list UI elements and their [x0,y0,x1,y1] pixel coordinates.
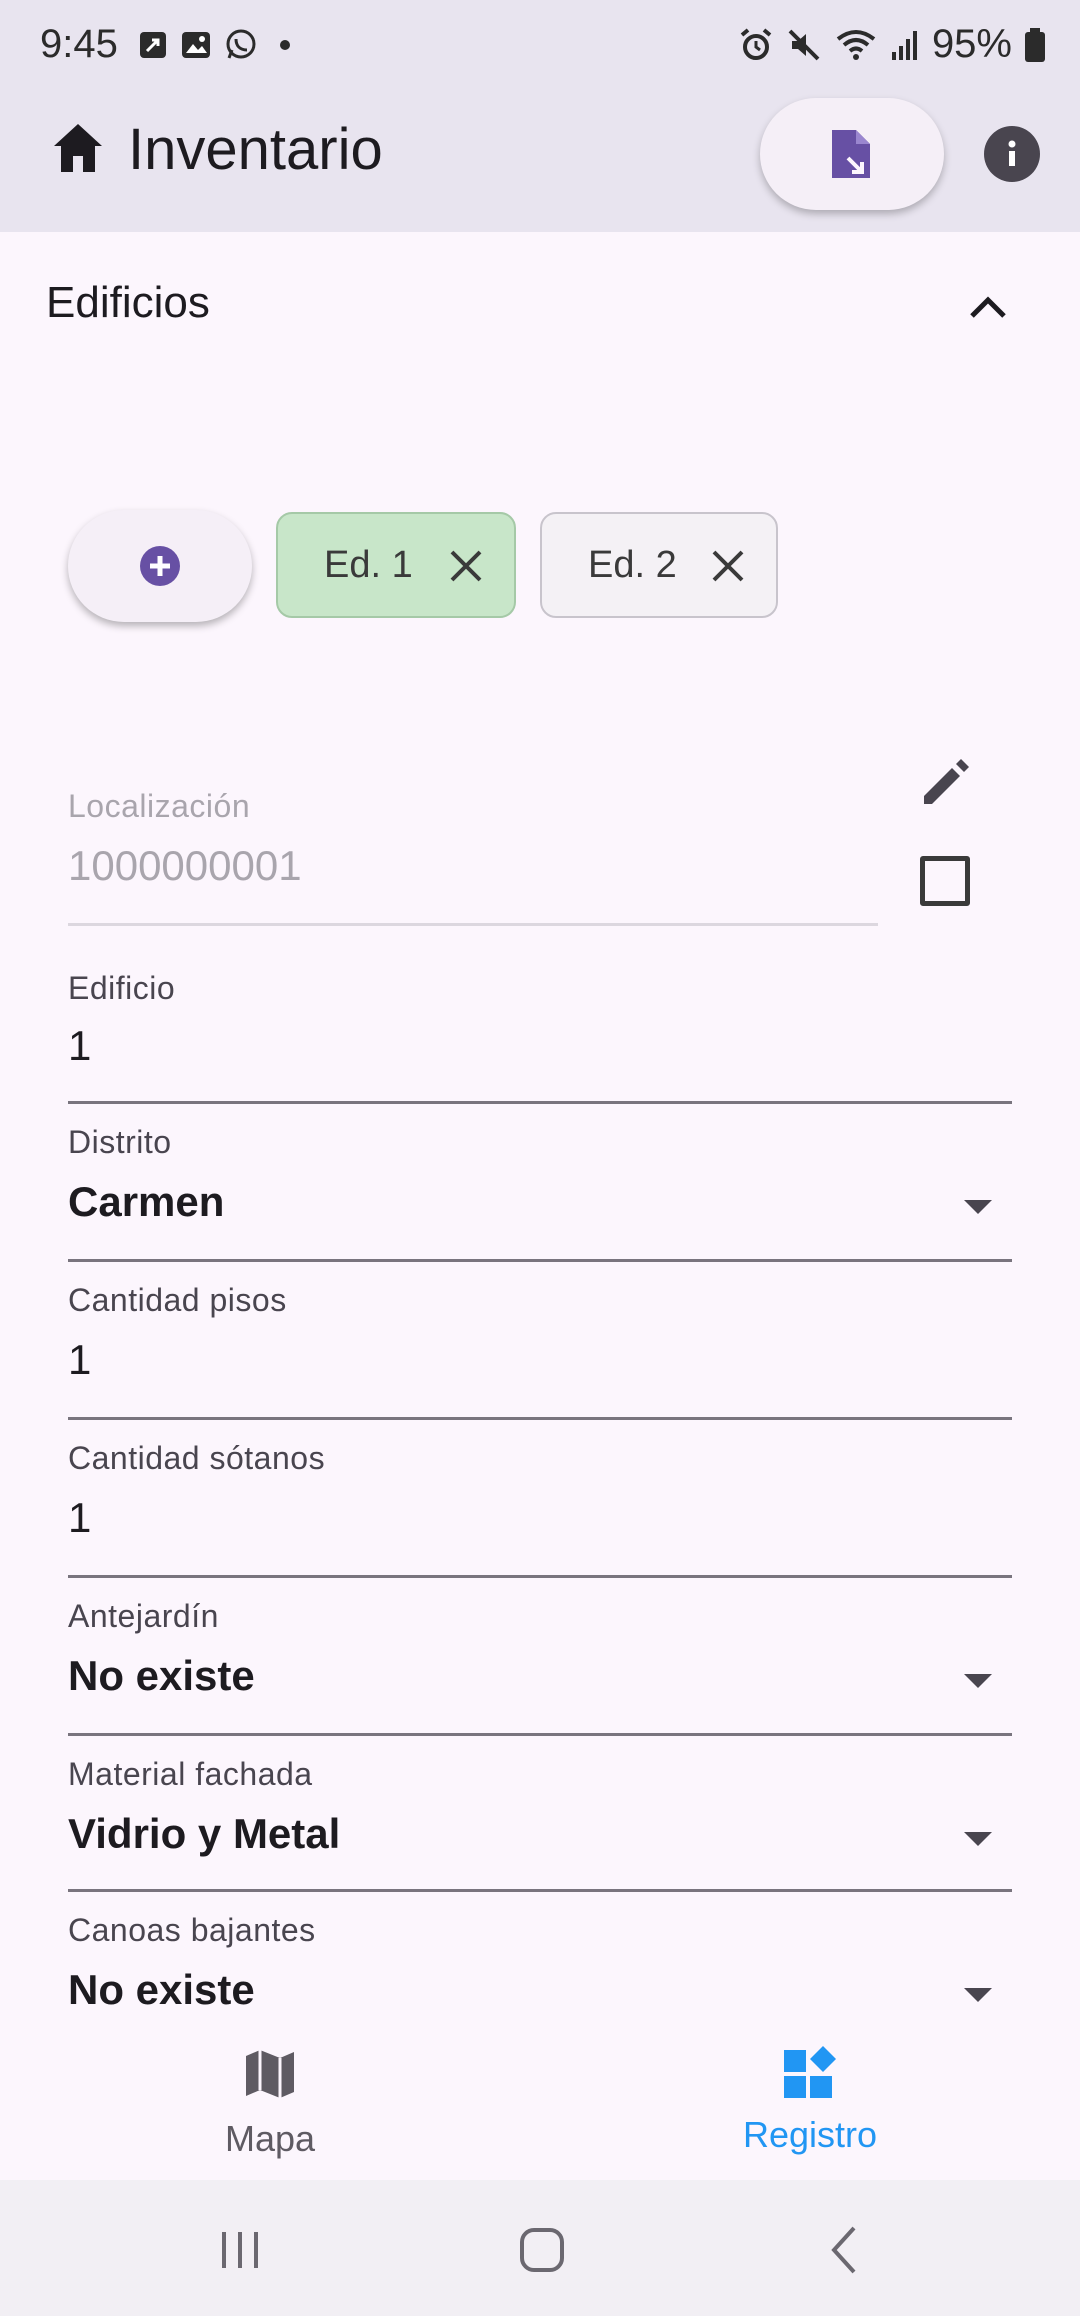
signal-icon [891,30,917,60]
status-bar: 9:45 95% [0,0,1080,92]
cantidad-pisos-field[interactable]: Cantidad pisos 1 [68,1262,1012,1420]
cantidad-sotanos-input[interactable]: 1 [68,1494,91,1542]
notification-icons [138,28,300,62]
distrito-select[interactable]: Carmen [68,1178,224,1226]
close-icon[interactable] [448,548,484,584]
section-title[interactable]: Edificios [46,278,210,328]
localizacion-value: 1000000001 [68,842,302,889]
close-icon[interactable] [710,548,746,584]
add-building-button[interactable] [68,510,252,622]
dot-icon [280,40,290,50]
antejardin-field[interactable]: Antejardín No existe [68,1578,1012,1736]
distrito-label: Distrito [68,1124,172,1160]
localizacion-label: Localización [68,788,251,824]
dropdown-arrow-icon[interactable] [964,1674,992,1688]
localizacion-checkbox[interactable] [920,856,970,906]
dropdown-arrow-icon[interactable] [964,1988,992,2002]
edit-icon[interactable] [916,752,976,812]
nav-label: Mapa [224,2118,316,2159]
battery-percentage: 95% [931,22,1012,66]
cantidad-pisos-input[interactable]: 1 [68,1336,91,1384]
add-circle-icon [140,546,180,586]
dropdown-arrow-icon[interactable] [964,1200,992,1214]
chevron-up-icon[interactable] [960,280,1016,336]
antejardin-select[interactable]: No existe [68,1652,255,1700]
home-icon[interactable] [50,120,106,176]
page-title: Inventario [128,117,383,182]
material-fachada-select[interactable]: Vidrio y Metal [68,1810,340,1858]
home-button-icon[interactable] [512,2220,572,2280]
localizacion-field: Localización 1000000001 [68,780,878,926]
status-time: 9:45 [40,22,118,66]
nav-label: Registro [742,2114,878,2155]
system-navigation-bar [0,2180,1080,2316]
system-status-icons: 95% [738,22,1046,67]
file-export-icon [832,130,870,178]
phone-missed-icon [140,32,166,58]
distrito-field[interactable]: Distrito Carmen [68,1104,1012,1262]
recent-apps-icon[interactable] [210,2220,270,2280]
battery-icon [1025,27,1045,62]
canoas-bajantes-label: Canoas bajantes [68,1912,316,1948]
antejardin-label: Antejardín [68,1598,219,1634]
alarm-icon [740,27,772,60]
chip-label: Ed. 1 [324,543,413,586]
cantidad-sotanos-label: Cantidad sótanos [68,1440,326,1476]
app-bar: Inventario [0,92,1080,232]
map-icon [246,2050,294,2098]
material-fachada-label: Material fachada [68,1756,313,1792]
building-chip-2[interactable]: Ed. 2 [540,512,778,618]
material-fachada-field[interactable]: Material fachada Vidrio y Metal [68,1736,1012,1892]
edificio-label: Edificio [68,970,176,1006]
cantidad-pisos-label: Cantidad pisos [68,1282,287,1318]
canoas-bajantes-select[interactable]: No existe [68,1966,255,2014]
info-icon [1008,140,1016,166]
chip-label: Ed. 2 [588,543,677,586]
dashboard-icon [784,2046,836,2098]
dropdown-arrow-icon[interactable] [964,1832,992,1846]
mute-icon [788,29,820,60]
export-file-button[interactable] [760,98,944,210]
back-icon[interactable] [816,2220,876,2280]
wifi-icon [836,29,876,60]
nav-item-mapa[interactable]: Mapa [0,2016,540,2180]
edificio-input[interactable]: 1 [68,1022,91,1070]
building-chip-1[interactable]: Ed. 1 [276,512,516,618]
image-icon [182,32,210,58]
cantidad-sotanos-field[interactable]: Cantidad sótanos 1 [68,1420,1012,1578]
info-button[interactable] [984,126,1040,182]
nav-item-registro[interactable]: Registro [540,2016,1080,2180]
edificio-field[interactable]: Edificio 1 [68,956,1012,1104]
whatsapp-icon [226,29,256,59]
bottom-navigation: Mapa Registro [0,2016,1080,2180]
